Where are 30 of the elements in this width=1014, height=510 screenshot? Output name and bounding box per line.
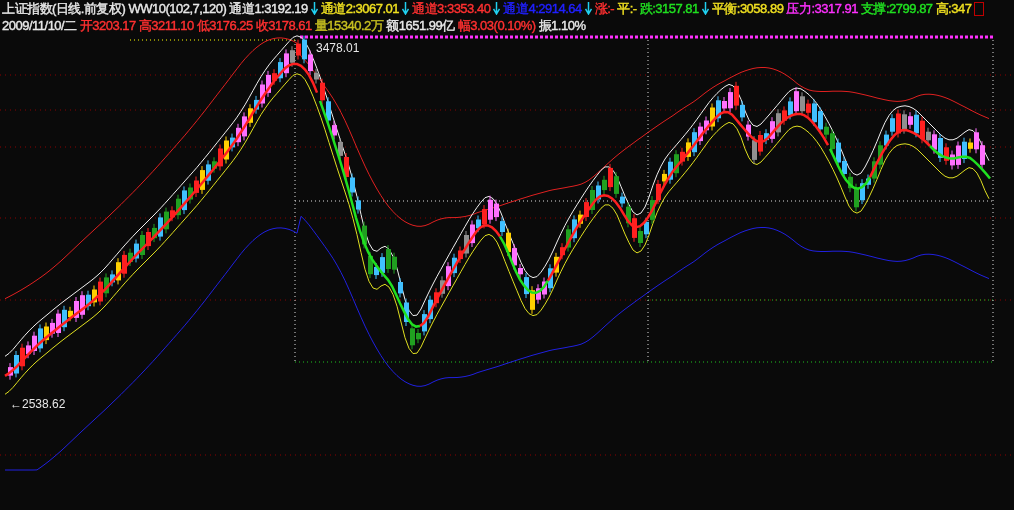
down-arrow-icon [701, 2, 709, 15]
indicator-value: 量15340.2万 [314, 18, 384, 33]
indicator-value: 额1651.99亿 [386, 18, 455, 33]
indicator-value: 通道4:2914.64 [503, 1, 582, 16]
indicator-value: 上证指数(日线.前复权) WW10(102,7,120) [2, 1, 227, 16]
indicator-value: 2009/11/10/二 [2, 18, 77, 33]
indicator-value: 开3203.17 [79, 18, 136, 33]
indicator-value: 平衡:3058.89 [711, 1, 784, 16]
high-price-label: 3478.01 [316, 41, 360, 55]
indicator-value: 低3176.25 [196, 18, 253, 33]
indicator-value: 涨:- [594, 1, 615, 16]
indicator-value: 高:347 [935, 1, 972, 16]
indicator-value: 振1.10% [538, 18, 586, 33]
indicator-value: 通道2:3067.01 [320, 1, 400, 16]
indicator-value: 跌:3157.81 [639, 1, 699, 16]
trend-line [929, 145, 991, 180]
indicator-value: 通道1:3192.19 [229, 1, 308, 16]
down-arrow-icon [310, 2, 318, 15]
indicator-value: 高3211.10 [138, 18, 194, 33]
indicator-value: 压力:3317.91 [786, 1, 858, 16]
indicator-value: 收3178.61 [255, 18, 312, 33]
indicator-value: 通道3:3353.40 [412, 1, 491, 16]
indicator-value: 支撑:2799.87 [861, 1, 933, 16]
down-arrow-icon [493, 2, 501, 15]
down-arrow-icon [402, 2, 410, 15]
square-icon [974, 1, 985, 16]
down-arrow-icon [584, 2, 592, 15]
indicator-value: 平:- [617, 1, 637, 16]
low-price-label: ←2538.62 [10, 397, 66, 411]
indicator-value: 幅3.03(0.10%) [457, 18, 536, 33]
